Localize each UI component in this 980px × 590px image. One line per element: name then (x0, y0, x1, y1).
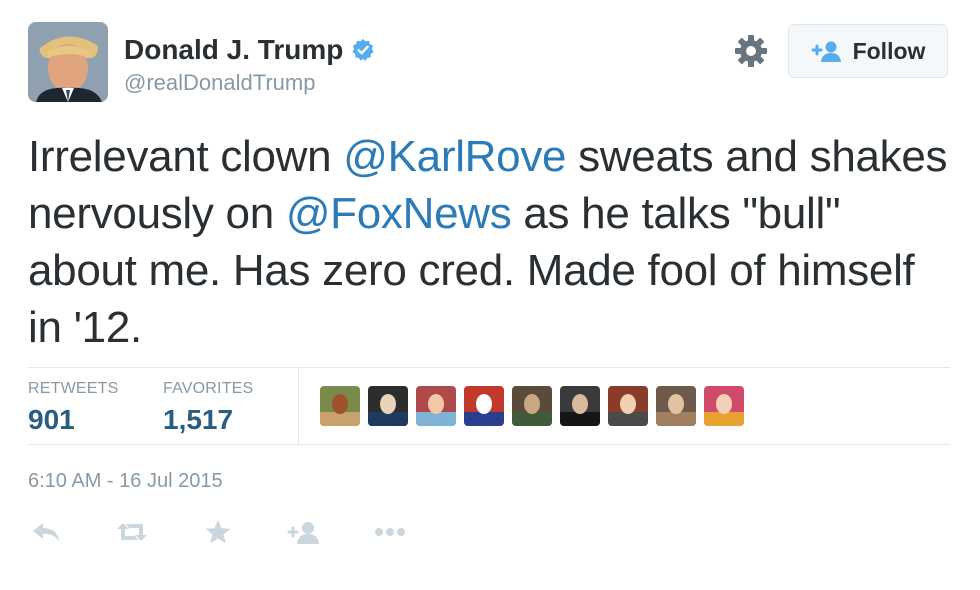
mention-link[interactable]: @KarlRove (343, 132, 566, 181)
tweet-stats: RETWEETS 901 FAVORITES 1,517 (28, 368, 950, 444)
tweet-text-segment: Irrelevant clown (28, 132, 344, 181)
favoriter-avatars (320, 386, 744, 426)
more-button[interactable] (372, 514, 408, 550)
favorites-label: FAVORITES (163, 380, 254, 397)
reply-icon (33, 523, 59, 541)
favoriter-avatar[interactable] (512, 386, 552, 426)
retweet-icon (117, 523, 147, 541)
favoriter-avatar[interactable] (656, 386, 696, 426)
favoriter-avatar[interactable] (560, 386, 600, 426)
display-name-text[interactable]: Donald J. Trump (124, 34, 343, 66)
tweet-header: Donald J. Trump @realDonaldTrump Follow (28, 22, 950, 104)
favoriter-avatar[interactable] (704, 386, 744, 426)
more-icon (375, 528, 405, 536)
follow-button-label: Follow (852, 37, 926, 64)
tweet-timestamp[interactable]: 6:10 AM - 16 Jul 2015 (28, 470, 223, 493)
display-name[interactable]: Donald J. Trump (124, 34, 375, 66)
favoriter-avatar[interactable] (464, 386, 504, 426)
reply-button[interactable] (28, 514, 64, 550)
favoriter-avatar[interactable] (320, 386, 360, 426)
retweets-stat[interactable]: RETWEETS 901 (28, 380, 119, 436)
verified-badge-icon (352, 39, 374, 61)
stats-separator (298, 368, 299, 444)
follow-icon (287, 522, 319, 544)
avatar-image (28, 22, 108, 102)
tweet-actions (28, 514, 408, 550)
favoriter-avatar[interactable] (608, 386, 648, 426)
user-handle[interactable]: @realDonaldTrump (124, 70, 315, 96)
retweet-button[interactable] (114, 514, 150, 550)
gear-icon[interactable] (734, 34, 768, 68)
favorites-stat[interactable]: FAVORITES 1,517 (163, 380, 253, 436)
retweets-label: RETWEETS (28, 380, 119, 397)
follow-button[interactable]: Follow (788, 24, 948, 78)
retweets-count: 901 (28, 404, 75, 435)
divider (28, 444, 950, 445)
favorite-button[interactable] (200, 514, 236, 550)
favorites-count: 1,517 (163, 404, 234, 435)
favoriter-avatar[interactable] (368, 386, 408, 426)
tweet-text: Irrelevant clown @KarlRove sweats and sh… (28, 128, 958, 356)
follow-action-button[interactable] (286, 514, 322, 550)
favorite-icon (205, 520, 231, 544)
mention-link[interactable]: @FoxNews (286, 189, 512, 238)
avatar[interactable] (28, 22, 108, 102)
add-user-icon (811, 41, 841, 62)
favoriter-avatar[interactable] (416, 386, 456, 426)
